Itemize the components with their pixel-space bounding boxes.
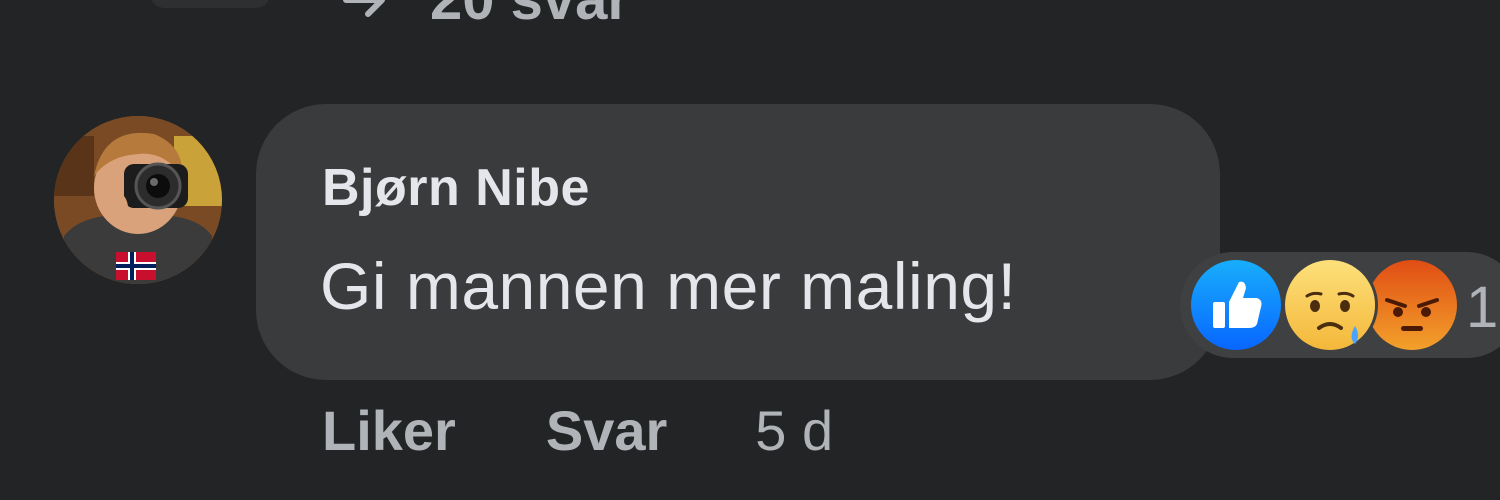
comment-actions: Liker Svar 5 d: [322, 398, 833, 463]
comment-thread: 20 svar Bjørn Nibe Gi mannen mer maling!: [0, 0, 1500, 500]
comment-timestamp[interactable]: 5 d: [755, 398, 833, 463]
like-reaction-icon: [1188, 257, 1284, 353]
avatar[interactable]: [54, 116, 222, 284]
comment-text: Gi mannen mer maling!: [320, 249, 1017, 323]
view-replies-link[interactable]: 20 svar: [340, 0, 630, 33]
reactions-count: 1: [1466, 275, 1499, 340]
arrow-right-icon: [340, 0, 390, 25]
thread-connector: [150, 0, 270, 8]
comment-author[interactable]: Bjørn Nibe: [322, 158, 590, 218]
sad-reaction-icon: [1282, 257, 1378, 353]
angry-reaction-icon: [1364, 257, 1460, 353]
like-button[interactable]: Liker: [322, 398, 456, 463]
comment-bubble: [256, 104, 1220, 380]
reply-button[interactable]: Svar: [546, 398, 667, 463]
replies-count-label: 20 svar: [430, 0, 630, 33]
